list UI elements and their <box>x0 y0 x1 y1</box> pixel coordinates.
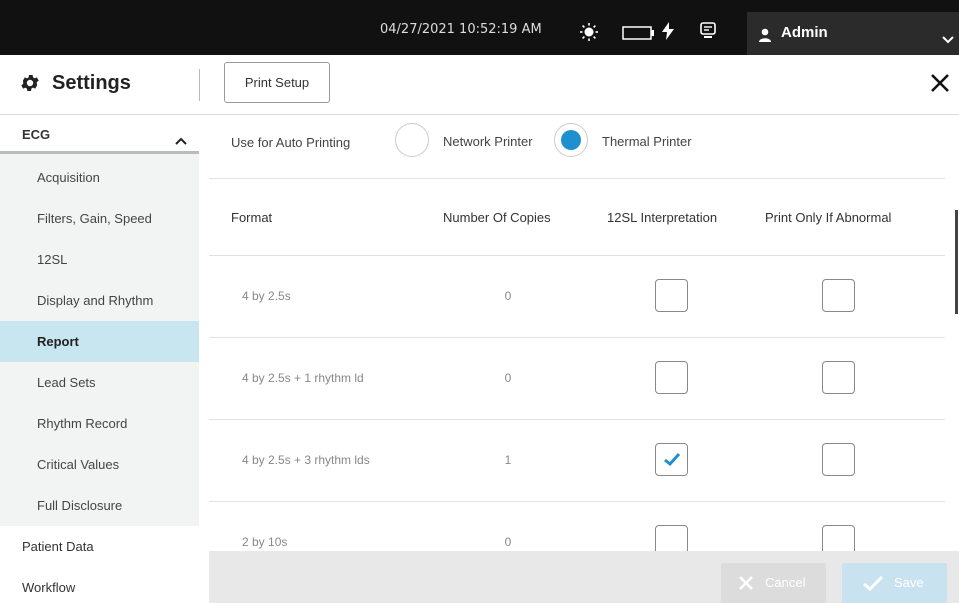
sun-icon[interactable] <box>580 23 598 45</box>
abnormal-only-checkbox[interactable] <box>822 279 855 312</box>
cancel-label: Cancel <box>765 575 806 590</box>
datetime-display: 04/27/2021 10:52:19 AM <box>380 22 542 37</box>
sidebar-item-label: 12SL <box>37 252 68 267</box>
format-cell: 4 by 2.5s + 1 rhythm ld <box>242 371 364 385</box>
settings-sidebar: ECG Acquisition Filters, Gain, Speed 12S… <box>0 115 199 603</box>
user-name: Admin <box>781 24 828 41</box>
battery-icon <box>622 25 656 44</box>
cancel-button[interactable]: Cancel <box>721 563 826 603</box>
table-row[interactable]: 4 by 2.5s + 3 rhythm lds 1 <box>209 420 945 502</box>
table-row[interactable]: 4 by 2.5s 0 <box>209 256 945 338</box>
charging-bolt-icon <box>662 22 674 44</box>
user-menu[interactable]: Admin <box>747 12 959 55</box>
table-row[interactable]: 4 by 2.5s + 1 rhythm ld 0 <box>209 338 945 420</box>
network-printer-radio[interactable] <box>395 123 429 157</box>
network-printer-label: Network Printer <box>443 134 533 149</box>
checkmark-icon <box>664 452 681 467</box>
checkmark-icon <box>863 575 884 591</box>
thermal-printer-label: Thermal Printer <box>602 134 692 149</box>
user-icon <box>758 27 772 46</box>
sidebar-item-lead-sets[interactable]: Lead Sets <box>0 362 199 403</box>
sidebar-item-label: Critical Values <box>37 457 120 472</box>
sidebar-item-display-and-rhythm[interactable]: Display and Rhythm <box>0 280 199 321</box>
sidebar-item-label: Lead Sets <box>37 375 96 390</box>
auto-printing-row: Use for Auto Printing Network Printer Th… <box>209 115 945 179</box>
header-divider <box>199 69 200 101</box>
table-header: Format Number Of Copies 12SL Interpretat… <box>209 180 945 256</box>
print-setup-button[interactable]: Print Setup <box>224 62 330 103</box>
format-cell: 4 by 2.5s + 3 rhythm lds <box>242 453 370 467</box>
interpretation-checkbox[interactable] <box>655 443 688 476</box>
copies-cell[interactable]: 0 <box>501 371 515 385</box>
sidebar-item-label: Patient Data <box>22 539 94 554</box>
column-header-interpretation: 12SL Interpretation <box>607 210 718 225</box>
sidebar-section-label: ECG <box>22 127 51 142</box>
copies-cell[interactable]: 0 <box>501 535 515 549</box>
sidebar-item-label: Report <box>37 334 79 349</box>
sidebar-item-label: Acquisition <box>37 170 100 185</box>
close-icon <box>739 576 753 590</box>
sidebar-item-full-disclosure[interactable]: Full Disclosure <box>0 485 199 526</box>
abnormal-only-checkbox[interactable] <box>822 443 855 476</box>
gear-icon <box>19 72 41 98</box>
sidebar-item-workflow[interactable]: Workflow <box>0 567 199 603</box>
status-bar: 04/27/2021 10:52:19 AM Admin <box>0 0 959 55</box>
save-label: Save <box>894 575 924 590</box>
auto-printing-label: Use for Auto Printing <box>231 135 351 150</box>
sidebar-item-label: Filters, Gain, Speed <box>37 211 152 226</box>
monitor-icon[interactable] <box>700 22 716 44</box>
interpretation-checkbox[interactable] <box>655 279 688 312</box>
format-cell: 4 by 2.5s <box>242 289 291 303</box>
close-icon[interactable] <box>930 73 950 97</box>
thermal-printer-radio[interactable] <box>554 123 588 157</box>
sidebar-item-label: Workflow <box>22 580 76 595</box>
column-header-format: Format <box>231 210 273 225</box>
page-title: Settings <box>52 72 131 94</box>
save-button[interactable]: Save <box>842 563 947 603</box>
table-scrollbar[interactable] <box>955 210 958 314</box>
copies-cell[interactable]: 0 <box>501 289 515 303</box>
sidebar-item-rhythm-record[interactable]: Rhythm Record <box>0 403 199 444</box>
action-footer: Cancel Save <box>209 551 959 603</box>
sidebar-section-ecg[interactable]: ECG <box>0 115 199 154</box>
sidebar-item-12sl[interactable]: 12SL <box>0 239 199 280</box>
format-cell: 2 by 10s <box>242 535 288 549</box>
column-header-copies: Number Of Copies <box>443 210 551 225</box>
report-settings-panel: Use for Auto Printing Network Printer Th… <box>209 115 959 603</box>
sidebar-item-label: Full Disclosure <box>37 498 123 513</box>
column-header-abnormal: Print Only If Abnormal <box>765 210 892 225</box>
sidebar-item-acquisition[interactable]: Acquisition <box>0 157 199 198</box>
sidebar-item-label: Rhythm Record <box>37 416 128 431</box>
settings-header: Settings Print Setup <box>0 55 959 115</box>
interpretation-checkbox[interactable] <box>655 361 688 394</box>
chevron-up-icon[interactable] <box>175 130 187 149</box>
abnormal-only-checkbox[interactable] <box>822 361 855 394</box>
sidebar-item-patient-data[interactable]: Patient Data <box>0 526 199 567</box>
sidebar-item-label: Display and Rhythm <box>37 293 154 308</box>
sidebar-item-filters-gain-speed[interactable]: Filters, Gain, Speed <box>0 198 199 239</box>
copies-cell[interactable]: 1 <box>501 453 515 467</box>
sidebar-item-report[interactable]: Report <box>0 321 199 362</box>
chevron-down-icon[interactable] <box>942 29 954 48</box>
sidebar-item-critical-values[interactable]: Critical Values <box>0 444 199 485</box>
